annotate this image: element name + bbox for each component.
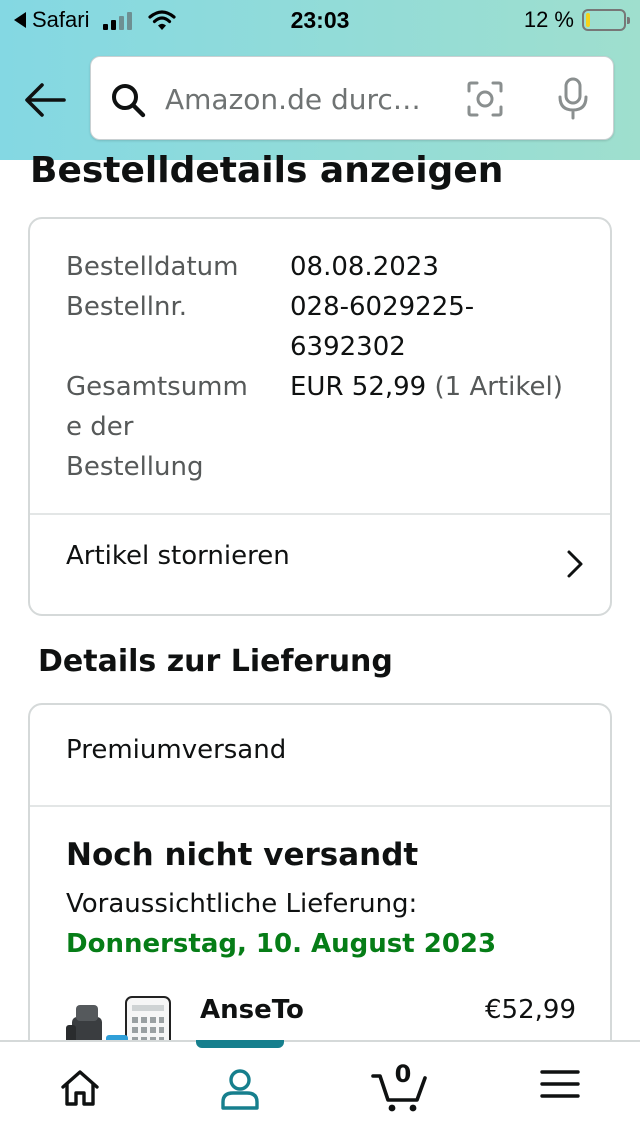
back-arrow-icon[interactable] <box>22 80 68 120</box>
order-total-label-line1: Gesamtsumm <box>66 372 248 402</box>
order-item-count: (1 Artikel) <box>434 372 563 402</box>
nav-account[interactable] <box>160 1042 320 1136</box>
order-date-value: 08.08.2023 <box>290 252 439 282</box>
delivery-card: Premiumversand Noch nicht versandt Vorau… <box>28 703 612 1065</box>
order-number-label: Bestellnr. <box>66 292 188 322</box>
cancel-items-label: Artikel stornieren <box>66 541 290 571</box>
order-total-label-line3: Bestellung <box>66 452 204 482</box>
order-number-value-line2: 6392302 <box>290 332 406 362</box>
page-title: Bestelldetails anzeigen <box>30 150 504 191</box>
home-icon <box>61 1070 99 1106</box>
search-input[interactable] <box>165 79 435 119</box>
order-total-value: EUR 52,99 (1 Artikel) <box>290 367 610 407</box>
estimated-delivery-label: Voraussichtliche Lieferung: <box>66 889 418 919</box>
hamburger-menu-icon <box>540 1070 580 1098</box>
battery-icon <box>582 9 630 31</box>
status-bar: Safari 23:03 12 % <box>0 0 640 40</box>
camera-search-icon[interactable] <box>465 79 505 119</box>
microphone-icon[interactable] <box>555 77 591 121</box>
product-name[interactable]: AnseTo <box>200 995 304 1025</box>
order-summary-card: Bestelldatum 08.08.2023 Bestellnr. 028-6… <box>28 217 612 616</box>
header: Safari 23:03 12 % <box>0 0 640 160</box>
order-number-value-line1: 028-6029225- <box>290 292 475 322</box>
active-tab-indicator <box>196 1040 284 1048</box>
shipment-status: Noch nicht versandt <box>66 837 419 873</box>
order-total-amount: EUR 52,99 <box>290 372 427 402</box>
user-icon <box>221 1069 259 1110</box>
chevron-right-icon <box>567 550 583 578</box>
cart-icon <box>371 1074 427 1112</box>
nav-cart[interactable]: 0 <box>320 1042 480 1136</box>
search-icon <box>112 84 146 118</box>
bottom-navigation: 0 <box>0 1040 640 1136</box>
shipping-method: Premiumversand <box>66 735 287 765</box>
nav-menu[interactable] <box>480 1042 640 1136</box>
divider <box>30 805 610 807</box>
estimated-delivery-date: Donnerstag, 10. August 2023 <box>66 929 497 959</box>
order-date-label: Bestelldatum <box>66 252 239 282</box>
nav-home[interactable] <box>0 1042 160 1136</box>
search-bar[interactable] <box>90 56 614 140</box>
battery-status: 12 % <box>523 7 630 33</box>
battery-percentage: 12 % <box>523 7 574 32</box>
order-total-label-line2: e der <box>66 412 134 442</box>
cancel-items-row[interactable]: Artikel stornieren <box>30 515 610 611</box>
product-price: €52,99 <box>485 995 576 1025</box>
delivery-section-title: Details zur Lieferung <box>38 644 393 679</box>
